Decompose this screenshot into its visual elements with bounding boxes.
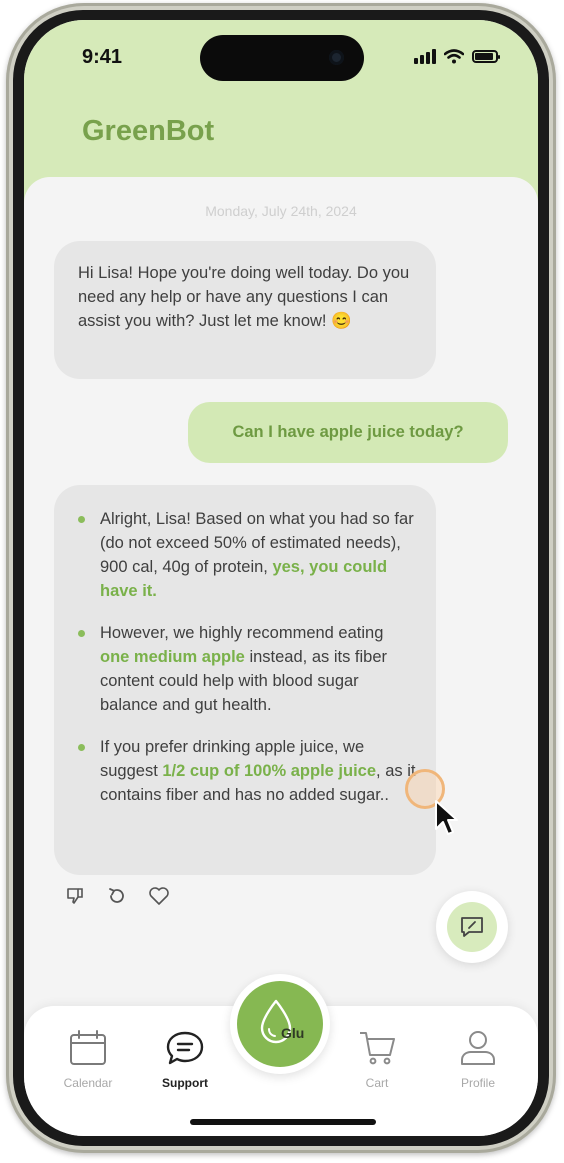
reply-bullet: Alright, Lisa! Based on what you had so … (76, 507, 416, 603)
app-title: GreenBot (82, 115, 215, 147)
cursor-icon (435, 800, 458, 835)
heart-icon (149, 887, 169, 905)
new-chat-button[interactable] (436, 891, 508, 963)
camera-icon (329, 50, 344, 65)
status-icons (414, 48, 500, 64)
signal-icon (414, 48, 436, 64)
dynamic-island (200, 35, 364, 81)
tab-cart[interactable]: Cart (337, 1028, 417, 1090)
chat-bubble-icon (166, 1031, 204, 1065)
battery-icon (472, 49, 500, 63)
message-actions (64, 885, 170, 907)
bot-message: Hi Lisa! Hope you're doing well today. D… (54, 241, 436, 379)
tab-calendar[interactable]: Calendar (48, 1028, 128, 1090)
reply-bullet: However, we highly recommend eating one … (76, 621, 416, 717)
bullet-dot (78, 630, 85, 637)
tab-label: Cart (365, 1076, 389, 1090)
thumbs-down-icon (67, 888, 83, 904)
tab-icon-wrap (337, 1028, 417, 1068)
bullet-text: However, we highly recommend eating (100, 624, 384, 642)
retry-button[interactable] (106, 885, 128, 907)
home-indicator[interactable] (190, 1119, 376, 1125)
bullet-dot (78, 516, 85, 523)
tab-label: Profile (460, 1076, 495, 1090)
user-message-text: Can I have apple juice today? (232, 423, 464, 441)
user-icon (461, 1031, 495, 1065)
calendar-icon (70, 1030, 106, 1065)
cart-icon (360, 1032, 395, 1065)
thumbs-down-button[interactable] (64, 885, 86, 907)
glu-button[interactable]: Glu (230, 974, 330, 1074)
glu-button-inner: Glu (237, 981, 323, 1067)
like-button[interactable] (148, 885, 170, 907)
fab-inner (447, 902, 497, 952)
bullet-highlight: 1/2 cup of 100% apple juice (162, 762, 377, 780)
retry-icon (109, 888, 124, 903)
phone-screen: 9:41 GreenBot Monday, July 24th, 2024 Hi… (24, 20, 538, 1136)
tab-icon-wrap (438, 1028, 518, 1068)
tab-profile[interactable]: Profile (438, 1028, 518, 1090)
bullet-highlight: one medium apple (100, 648, 245, 666)
bullet-dot (78, 744, 85, 751)
user-message: Can I have apple juice today? (188, 402, 508, 463)
tab-label: Support (162, 1076, 208, 1090)
bullet-end: . (152, 582, 157, 600)
chat-area[interactable]: Monday, July 24th, 2024 Hi Lisa! Hope yo… (24, 177, 538, 1017)
bot-reply: Alright, Lisa! Based on what you had so … (54, 485, 436, 875)
glu-label: Glu (281, 1025, 305, 1041)
bot-message-text: Hi Lisa! Hope you're doing well today. D… (78, 264, 410, 330)
tab-icon-wrap (48, 1028, 128, 1068)
tab-label: Calendar (63, 1076, 113, 1090)
tab-icon-wrap (145, 1028, 225, 1068)
reply-bullet: If you prefer drinking apple juice, we s… (76, 735, 416, 807)
chat-date: Monday, July 24th, 2024 (205, 203, 357, 219)
chat-edit-icon (461, 917, 483, 937)
tab-support[interactable]: Support (145, 1028, 225, 1090)
wifi-icon (444, 48, 464, 63)
status-time: 9:41 (82, 46, 123, 68)
